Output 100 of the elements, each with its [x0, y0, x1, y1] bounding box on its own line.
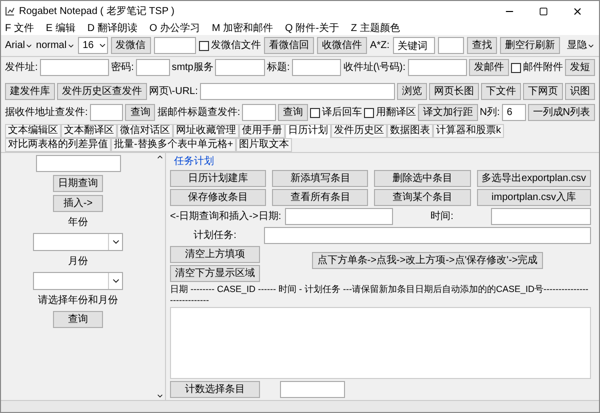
maximize-icon[interactable]: [539, 6, 548, 16]
group-title: 任务计划: [174, 154, 215, 169]
button[interactable]: 日历计划建库: [170, 170, 266, 187]
chart-icon: [5, 6, 15, 16]
checkbox[interactable]: [511, 62, 521, 72]
font-dropdown[interactable]: Arial: [5, 38, 34, 53]
menu-item[interactable]: M 加密和邮件: [212, 20, 274, 36]
button[interactable]: 查询: [125, 104, 156, 121]
field-label: 请选择年份和月份: [38, 294, 118, 308]
tab[interactable]: 微信对话区: [117, 124, 173, 138]
menu-item[interactable]: Z 主题颜色: [350, 20, 400, 36]
dropdown[interactable]: [33, 272, 123, 290]
checkbox[interactable]: [199, 40, 210, 50]
field-label: 网页\-URL:: [149, 85, 198, 99]
input-field[interactable]: [491, 208, 591, 225]
menu-item[interactable]: D 翻译朗读: [87, 20, 138, 36]
input-field[interactable]: [200, 83, 395, 100]
button[interactable]: 看微信回: [264, 37, 314, 54]
button[interactable]: 清空上方填项: [170, 246, 260, 263]
button[interactable]: 保存修改条目: [170, 189, 266, 206]
scrollbar[interactable]: [155, 153, 165, 400]
input-field[interactable]: [280, 381, 345, 398]
input-field[interactable]: [292, 59, 342, 76]
button[interactable]: 发邮件: [469, 59, 509, 76]
button[interactable]: 发微信: [110, 37, 151, 54]
button[interactable]: 查询某个条目: [374, 189, 471, 206]
checkbox-label: 译后回车: [322, 106, 362, 120]
tab[interactable]: 对比两表格的列差异值: [5, 138, 111, 152]
tab[interactable]: 文本翻译区: [61, 124, 117, 138]
size-dropdown[interactable]: 16: [78, 37, 108, 54]
menu-item[interactable]: Q 附件-关于: [285, 20, 339, 36]
input-field[interactable]: [264, 227, 591, 244]
button[interactable]: 发件历史区查发件: [57, 83, 147, 100]
tab[interactable]: 使用手册: [239, 124, 285, 138]
list-header: 日期 -------- CASE_ID ------ 时间 - 计划任务 ---请保留新加条目日期后自动添加的的CASE_ID号----------------------------: [170, 284, 590, 306]
field-label: 计划任务:: [192, 228, 238, 243]
tab[interactable]: 文本编辑区: [5, 124, 61, 138]
field-label: 据收件地址查发件:: [5, 106, 88, 120]
button[interactable]: 识图: [565, 83, 595, 100]
chevron-down-icon: [98, 41, 107, 50]
input-field[interactable]: [40, 59, 110, 76]
keyword-field[interactable]: 关键词: [392, 37, 435, 54]
button[interactable]: 建发件库: [5, 83, 55, 100]
columns-field[interactable]: 6: [502, 104, 526, 121]
button[interactable]: 收微信件: [317, 37, 368, 54]
field-label: smtp服务: [172, 61, 214, 75]
input-field[interactable]: [154, 37, 196, 54]
button[interactable]: 清空下方显示区域: [170, 265, 260, 282]
menu-item[interactable]: F 文件: [5, 20, 34, 36]
button[interactable]: 多选导出exportplan.csv: [476, 170, 591, 187]
tab[interactable]: 日历计划: [285, 124, 331, 138]
dropdown[interactable]: [33, 233, 123, 251]
checkbox[interactable]: [310, 108, 320, 118]
button[interactable]: 查看所有条目: [272, 189, 368, 206]
button[interactable]: 查找: [467, 37, 497, 54]
tab[interactable]: 数据图表: [387, 124, 433, 138]
tab[interactable]: 批量-替换多个表中单元格+: [111, 138, 236, 152]
button[interactable]: 新添填写条目: [272, 170, 368, 187]
button[interactable]: 发短: [565, 59, 595, 76]
tab[interactable]: 网址收藏管理: [173, 124, 239, 138]
tab[interactable]: 计算器和股票k: [433, 124, 504, 138]
toggle-dropdown[interactable]: 显隐: [567, 38, 595, 53]
button[interactable]: 查询: [53, 311, 103, 328]
button[interactable]: 点下方单条->点我->改上方项->点'保存修改'->完成: [312, 252, 543, 269]
field-label: 标题:: [266, 60, 290, 75]
button[interactable]: 下网页: [523, 83, 563, 100]
button[interactable]: 译文加行距: [418, 104, 478, 121]
tab[interactable]: 图片取文本: [236, 138, 292, 152]
field-label: 月份: [68, 255, 88, 269]
button[interactable]: 网页长图: [429, 83, 479, 100]
input-field[interactable]: [242, 104, 276, 121]
input-field[interactable]: [438, 37, 464, 54]
button[interactable]: importplan.csv入库: [476, 189, 591, 206]
text-area[interactable]: [170, 307, 591, 379]
button[interactable]: 插入->: [53, 195, 103, 212]
button[interactable]: 查询: [278, 104, 308, 121]
tab[interactable]: 发件历史区: [331, 124, 387, 138]
input-field[interactable]: [408, 59, 467, 76]
checkbox[interactable]: [364, 108, 374, 118]
input-field[interactable]: [285, 208, 393, 225]
button[interactable]: 浏览: [397, 83, 427, 100]
button[interactable]: 下文件: [481, 83, 521, 100]
button[interactable]: 删除选中条目: [374, 170, 471, 187]
scroll-up-icon[interactable]: [156, 153, 164, 161]
menu-item[interactable]: O 办公学习: [149, 20, 200, 36]
input-field[interactable]: [36, 155, 120, 172]
button[interactable]: 一列成N列表: [528, 104, 596, 121]
field-label: 据邮件标题查发件:: [157, 106, 240, 120]
scroll-down-icon[interactable]: [156, 392, 164, 400]
input-field[interactable]: [136, 59, 170, 76]
close-icon[interactable]: [572, 6, 583, 16]
button[interactable]: 计数选择条目: [170, 381, 260, 398]
button[interactable]: 删空行刷新: [500, 37, 560, 54]
button[interactable]: 日期查询: [53, 175, 103, 192]
style-dropdown[interactable]: normal: [36, 38, 75, 53]
input-field[interactable]: [90, 104, 124, 121]
menu-item[interactable]: E 编辑: [46, 20, 76, 36]
field-label: 密码:: [111, 60, 134, 75]
input-field[interactable]: [215, 59, 265, 76]
field-label: 发件址:: [5, 60, 38, 75]
